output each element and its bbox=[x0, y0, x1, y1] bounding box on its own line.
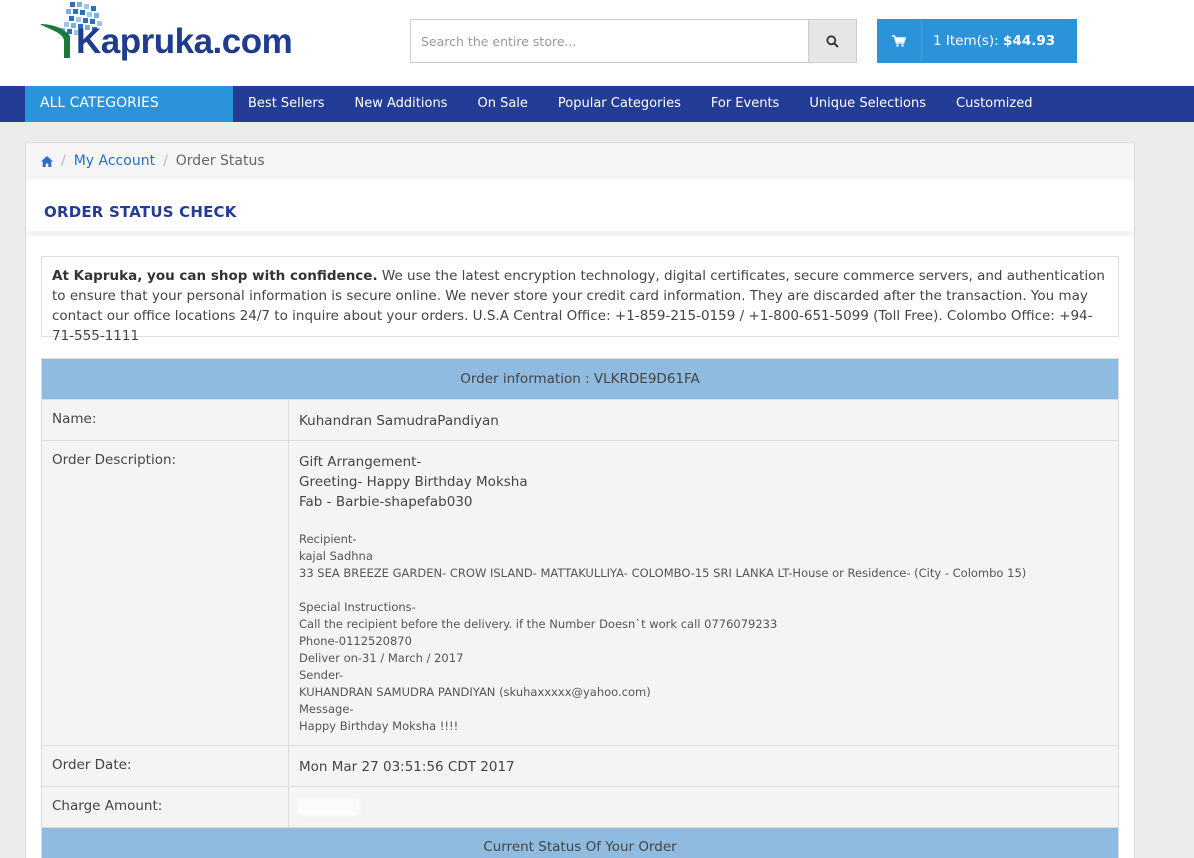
nav-item-popular-categories[interactable]: Popular Categories bbox=[543, 86, 696, 122]
sender-heading: Sender- bbox=[299, 668, 344, 682]
home-icon[interactable] bbox=[41, 155, 53, 167]
phone-text: Phone-0112520870 bbox=[299, 634, 412, 648]
message-text: Happy Birthday Moksha !!!! bbox=[299, 719, 459, 733]
nav-item-on-sale[interactable]: On Sale bbox=[462, 86, 542, 122]
breadcrumb-my-account[interactable]: My Account bbox=[74, 153, 155, 169]
cart-item-count: 1 Item(s): bbox=[933, 33, 999, 49]
logo-text: Kapruka.com bbox=[76, 22, 293, 61]
breadcrumb: / My Account / Order Status bbox=[26, 143, 1134, 179]
page-title: ORDER STATUS CHECK bbox=[44, 203, 237, 221]
search-bar bbox=[410, 19, 857, 63]
description-value: Gift Arrangement- Greeting- Happy Birthd… bbox=[289, 441, 1118, 745]
table-row: Name: Kuhandran SamudraPandiyan bbox=[42, 400, 1118, 441]
description-main: Gift Arrangement- Greeting- Happy Birthd… bbox=[299, 452, 1108, 512]
special-instructions-heading: Special Instructions- bbox=[299, 600, 416, 614]
order-info-header: Order information : VLKRDE9D61FA bbox=[42, 359, 1118, 400]
search-input[interactable] bbox=[411, 20, 809, 62]
description-details: Recipient- kajal Sadhna 33 SEA BREEZE GA… bbox=[299, 531, 1108, 735]
kapruka-logo[interactable]: Kapruka.com bbox=[40, 0, 293, 70]
main-nav: ALL CATEGORIES Best Sellers New Addition… bbox=[0, 86, 1194, 122]
name-value: Kuhandran SamudraPandiyan bbox=[299, 413, 499, 429]
nav-item-for-events[interactable]: For Events bbox=[696, 86, 794, 122]
special-instructions-text: Call the recipient before the delivery. … bbox=[299, 617, 778, 631]
breadcrumb-separator: / bbox=[61, 153, 66, 169]
table-row: Charge Amount: bbox=[42, 787, 1118, 828]
breadcrumb-separator: / bbox=[163, 153, 168, 169]
sender-text: KUHANDRAN SAMUDRA PANDIYAN (skuhaxxxxx@y… bbox=[299, 685, 651, 699]
order-info-table: Order information : VLKRDE9D61FA Name: K… bbox=[41, 358, 1119, 858]
order-status-panel: / My Account / Order Status ORDER STATUS… bbox=[25, 142, 1135, 858]
nav-item-unique-selections[interactable]: Unique Selections bbox=[794, 86, 941, 122]
nav-items: Best Sellers New Additions On Sale Popul… bbox=[233, 86, 1048, 122]
charge-amount-value bbox=[289, 787, 1118, 827]
redacted-charge-amount bbox=[299, 799, 359, 815]
message-heading: Message- bbox=[299, 702, 354, 716]
order-date-label: Order Date: bbox=[42, 746, 289, 786]
description-line: Fab - Barbie-shapefab030 bbox=[299, 494, 473, 510]
description-line: Gift Arrangement- bbox=[299, 454, 422, 470]
table-row: Order Description: Gift Arrangement- Gre… bbox=[42, 441, 1118, 746]
table-row: Order Date: Mon Mar 27 03:51:56 CDT 2017 bbox=[42, 746, 1118, 787]
search-button[interactable] bbox=[808, 20, 856, 62]
nav-item-best-sellers[interactable]: Best Sellers bbox=[233, 86, 340, 122]
cart-summary: 1 Item(s): $44.93 bbox=[922, 33, 1055, 49]
cart-icon-box bbox=[877, 19, 922, 63]
deliver-on-text: Deliver on-31 / March / 2017 bbox=[299, 651, 464, 665]
recipient-address: 33 SEA BREEZE GARDEN- CROW ISLAND- MATTA… bbox=[299, 566, 1027, 580]
site-header: Kapruka.com 1 Item(s): $44.93 bbox=[0, 0, 1194, 86]
security-notice: At Kapruka, you can shop with confidence… bbox=[41, 256, 1119, 344]
title-divider bbox=[26, 231, 1134, 236]
description-line: Greeting- Happy Birthday Moksha bbox=[299, 474, 528, 490]
cart-button[interactable]: 1 Item(s): $44.93 bbox=[877, 19, 1077, 63]
recipient-name: kajal Sadhna bbox=[299, 549, 373, 563]
recipient-heading: Recipient- bbox=[299, 532, 357, 546]
nav-item-new-additions[interactable]: New Additions bbox=[340, 86, 463, 122]
current-status-header: Current Status Of Your Order bbox=[42, 828, 1118, 858]
nav-item-customized[interactable]: Customized bbox=[941, 86, 1048, 122]
name-label: Name: bbox=[42, 400, 289, 440]
cart-total: $44.93 bbox=[1003, 33, 1056, 49]
all-categories-button[interactable]: ALL CATEGORIES bbox=[25, 86, 233, 122]
cart-icon bbox=[892, 35, 906, 47]
breadcrumb-current: Order Status bbox=[175, 153, 265, 169]
charge-amount-label: Charge Amount: bbox=[42, 787, 289, 827]
search-icon bbox=[826, 34, 839, 48]
description-label: Order Description: bbox=[42, 441, 289, 745]
order-date-value: Mon Mar 27 03:51:56 CDT 2017 bbox=[299, 759, 515, 775]
notice-lead: At Kapruka, you can shop with confidence… bbox=[52, 268, 378, 284]
